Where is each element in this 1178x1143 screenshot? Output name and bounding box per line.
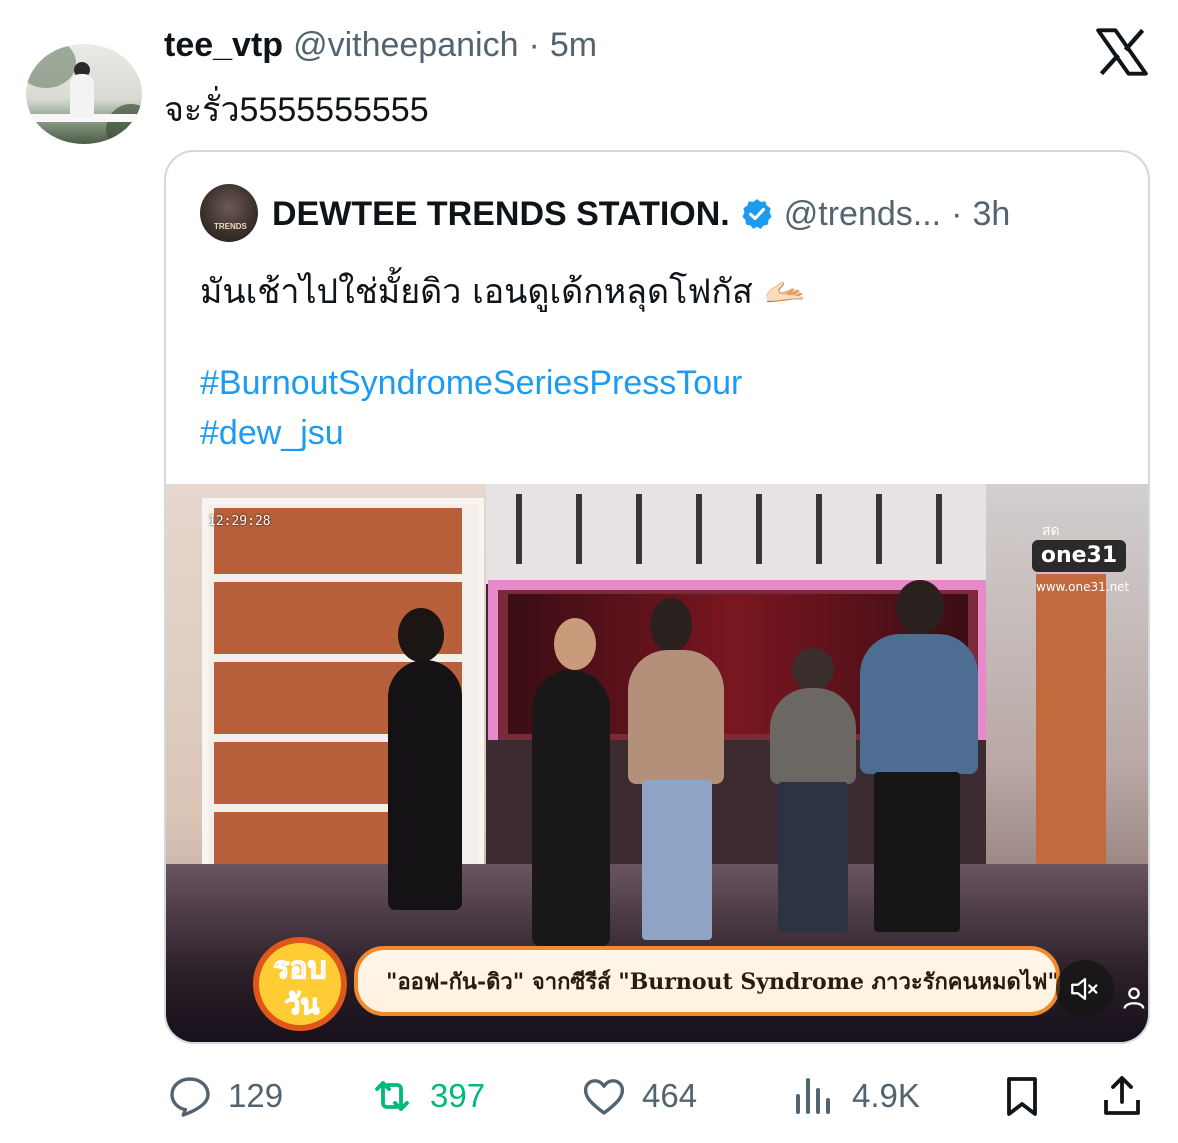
svg-text:รอบ: รอบ [273, 951, 326, 986]
share-icon[interactable] [1098, 1072, 1146, 1120]
quoted-tweet-text: มันเช้าไปใช่มั้ยดิว เอนดูเด้กหลุดโฟกัส 🫴… [200, 272, 806, 312]
avatar-label: TRENDS [214, 222, 247, 231]
mute-button[interactable] [1056, 960, 1114, 1018]
hashtag-link[interactable]: #dew_jsu [200, 414, 344, 453]
tweet-screenshot: tee_vtp @vitheepanich · 5m จะรั่ว5555555… [0, 0, 1178, 1143]
avatar[interactable] [26, 44, 142, 144]
tweet-header: tee_vtp @vitheepanich · 5m [164, 26, 597, 70]
quoted-tweet-header: DEWTEE TRENDS STATION. @trends... · 3h [272, 190, 1010, 238]
channel-url: www.one31.net [1036, 580, 1130, 594]
quoted-timestamp[interactable]: 3h [972, 195, 1010, 234]
timestamp[interactable]: 5m [550, 26, 597, 65]
show-logo: รอบ วัน [253, 937, 347, 1031]
repost-icon [375, 1081, 409, 1111]
person-icon[interactable] [1120, 984, 1148, 1012]
handle[interactable]: @vitheepanich [293, 26, 518, 65]
x-logo-icon[interactable] [1096, 28, 1148, 76]
separator-dot: · [951, 194, 963, 233]
verified-badge-icon [742, 199, 772, 229]
like-button[interactable]: 464 [580, 1072, 697, 1120]
reply-count: 129 [228, 1077, 284, 1114]
reply-icon [170, 1077, 210, 1117]
views-button[interactable]: 4.9K [790, 1072, 920, 1120]
repost-button[interactable]: 397 [368, 1072, 485, 1120]
action-bar: 129 397 464 4.9K [0, 1060, 1178, 1130]
video-timecode: 12:29:28 [208, 514, 271, 529]
svg-text:วัน: วัน [285, 988, 320, 1021]
channel-logo: one31 [1032, 540, 1126, 572]
view-count: 4.9K [852, 1077, 920, 1114]
reply-button[interactable]: 129 [166, 1072, 283, 1120]
repost-count: 397 [430, 1077, 486, 1114]
mute-icon [1071, 977, 1098, 1001]
quoted-handle[interactable]: @trends... [784, 195, 941, 234]
quoted-tweet-card[interactable]: TRENDS DEWTEE TRENDS STATION. @trends...… [164, 150, 1150, 1044]
hashtag-link[interactable]: #BurnoutSyndromeSeriesPressTour [200, 364, 742, 403]
live-label: สด [1042, 523, 1060, 539]
quoted-display-name[interactable]: DEWTEE TRENDS STATION. [272, 195, 730, 234]
like-count: 464 [642, 1077, 698, 1114]
separator-dot: · [528, 26, 540, 64]
like-icon [583, 1079, 625, 1115]
tweet-text: จะรั่ว5555555555 [164, 91, 429, 129]
display-name[interactable]: tee_vtp [164, 26, 283, 65]
lower-third-caption: "ออฟ-กัน-ดิว" จากซีรีส์ "Burnout Syndrom… [354, 946, 1060, 1016]
quoted-avatar[interactable]: TRENDS [200, 184, 258, 242]
views-icon [796, 1078, 830, 1114]
bookmark-icon[interactable] [998, 1072, 1046, 1120]
video-player[interactable]: 12:29:28 สด one31 www.one31.net รอบ วัน … [166, 484, 1148, 1042]
